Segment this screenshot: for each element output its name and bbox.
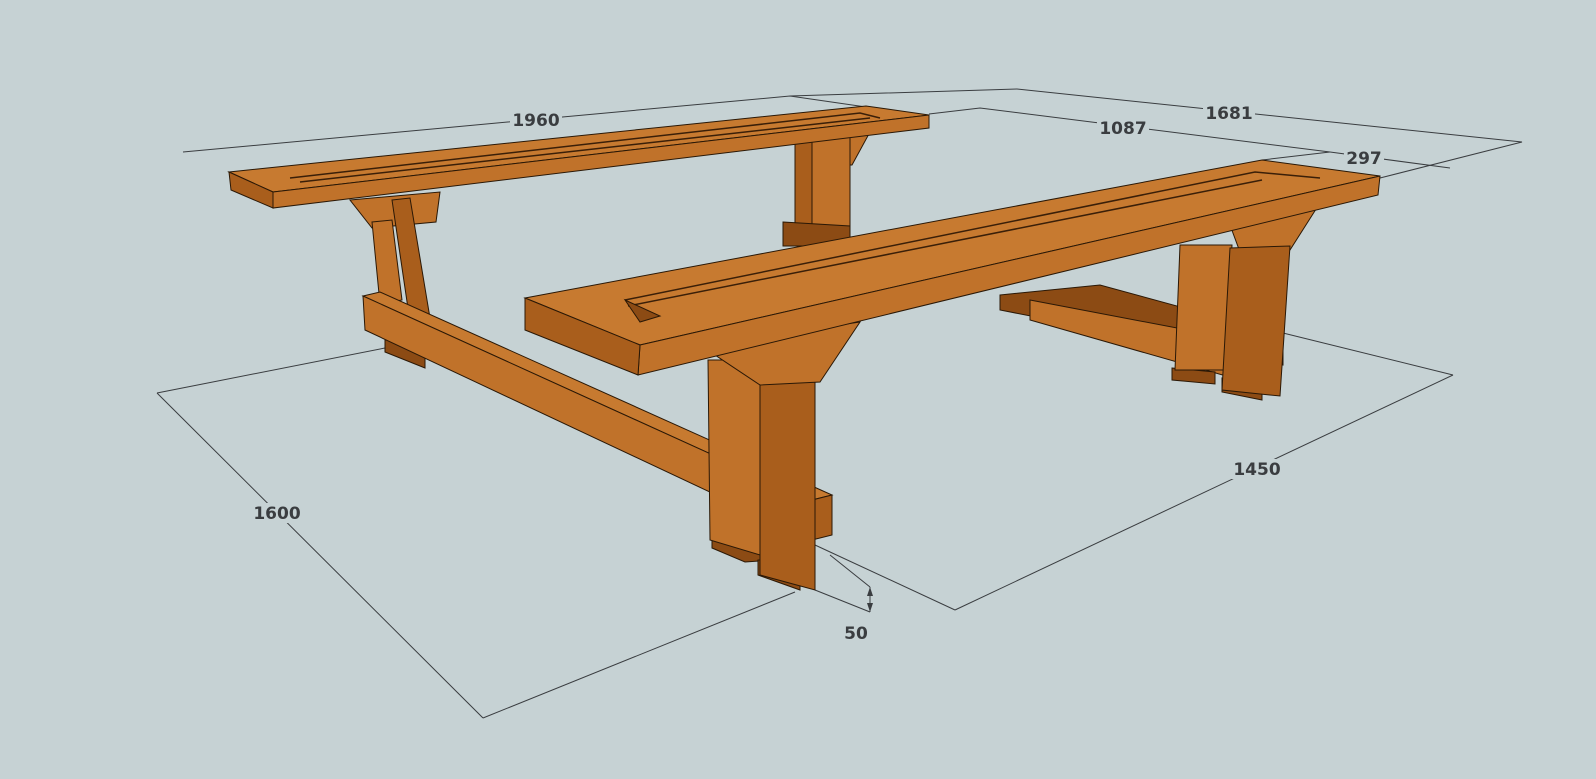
sketch-viewport: 1960 1681 1087 297 1450 1600 50 [0, 0, 1596, 779]
dim-label-1450: 1450 [1233, 460, 1280, 480]
dim-label-1087: 1087 [1099, 119, 1146, 139]
dim-label-297: 297 [1346, 149, 1382, 169]
front-bench [523, 159, 1381, 591]
dim-label-1681: 1681 [1205, 104, 1252, 124]
bench-drawing: 1960 1681 1087 297 1450 1600 50 [156, 88, 1523, 719]
dim-label-1960: 1960 [512, 111, 559, 131]
dim-label-1600: 1600 [253, 504, 300, 524]
dim-label-50: 50 [844, 624, 868, 644]
